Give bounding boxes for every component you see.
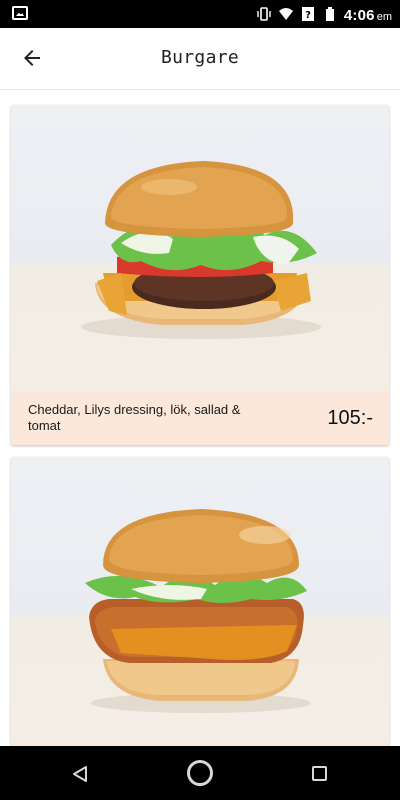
menu-item-card[interactable]: Cheddar, Lilys dressing, lök, sallad & t… <box>11 105 389 445</box>
burger-photo <box>11 457 389 743</box>
menu-list[interactable]: Cheddar, Lilys dressing, lök, sallad & t… <box>0 90 400 746</box>
page-title: Burgare <box>161 47 239 68</box>
status-bar: ? 4:06 em <box>0 0 400 28</box>
status-icons: ? 4:06 em <box>256 4 392 24</box>
item-description: Cheddar, Lilys dressing, lök, sallad & t… <box>28 402 241 433</box>
status-ampm: em <box>376 10 392 23</box>
burger-photo <box>11 105 389 391</box>
cheeseburger-illustration <box>81 161 321 339</box>
svg-text:?: ? <box>305 10 311 21</box>
nav-home-icon[interactable] <box>187 760 213 786</box>
status-time: 4:06 <box>343 6 375 24</box>
gallery-icon <box>12 6 28 20</box>
card-footer: Cheddar, Lilys dressing, lök, sallad & t… <box>11 391 389 445</box>
signal-unknown-icon: ? <box>301 7 314 21</box>
vibrate-icon <box>257 7 271 21</box>
chicken-burger-illustration <box>85 509 311 713</box>
battery-icon <box>325 7 334 21</box>
nav-recents-icon[interactable] <box>312 766 327 781</box>
system-nav-bar <box>0 746 400 800</box>
nav-back-icon[interactable] <box>71 765 89 783</box>
menu-item-card[interactable] <box>11 457 389 746</box>
app-bar: Burgare <box>0 28 400 90</box>
item-price: 105:- <box>327 406 373 429</box>
wifi-icon <box>278 8 293 20</box>
